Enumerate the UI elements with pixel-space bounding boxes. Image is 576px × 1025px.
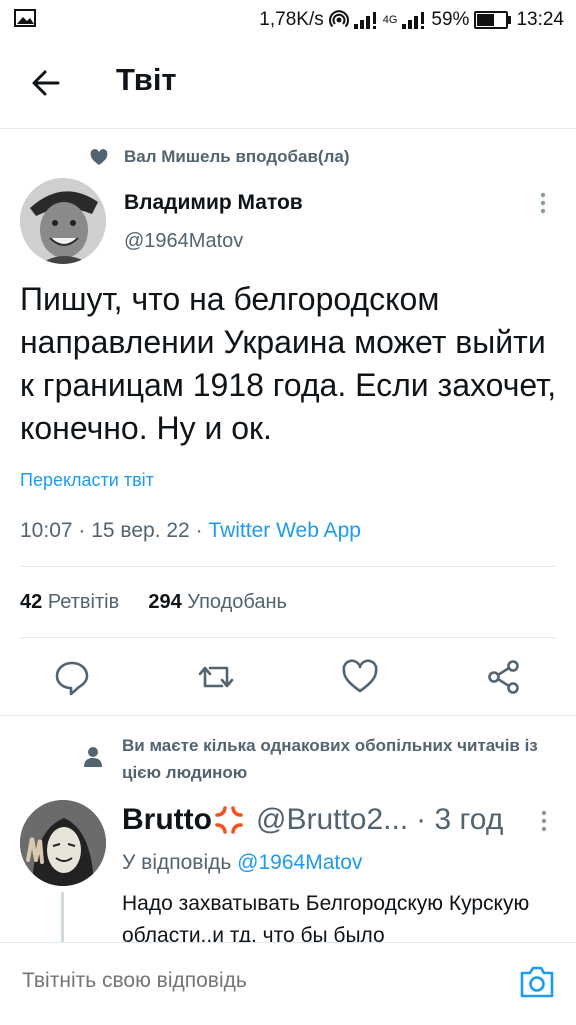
reply-header: Brutto @Brutto2... · 3 год [122, 803, 503, 837]
status-right: 1,78K/s 4G 59% 13:24 [259, 7, 564, 33]
like-icon[interactable] [340, 657, 380, 697]
divider [0, 715, 576, 716]
heart-filled-icon [90, 148, 108, 165]
image-icon [14, 9, 36, 27]
tweet-time: 10:07 [20, 519, 73, 542]
reply-time: · 3 год [416, 803, 504, 836]
author-avatar[interactable] [20, 178, 106, 264]
retweets-count: 42 [20, 591, 43, 613]
social-context: Вал Мишель вподобав(ла) [90, 146, 350, 168]
translate-tweet-link[interactable]: Перекласти твіт [20, 470, 154, 491]
replying-to-handle[interactable]: @1964Matov [237, 851, 362, 874]
author-name[interactable]: Владимир Матов [124, 191, 303, 215]
tweet-date: 15 вер. 22 [91, 519, 190, 542]
battery-icon [474, 11, 512, 29]
divider [20, 566, 556, 567]
likes-label: Уподобань [187, 591, 287, 613]
signal-icon [353, 12, 376, 29]
reply-author-handle[interactable]: @Brutto2... [256, 803, 408, 837]
app-header: Твіт [0, 40, 576, 129]
page-title: Твіт [116, 62, 177, 97]
reply-author-name[interactable]: Brutto [122, 803, 212, 837]
compose-bar [0, 942, 576, 1025]
signal-icon-2 [402, 12, 425, 29]
tweet-meta: 10:07 · 15 вер. 22 · Twitter Web App [20, 519, 361, 542]
author-handle[interactable]: @1964Matov [124, 230, 243, 253]
clock: 13:24 [516, 9, 564, 30]
retweets-label: Ретвітів [47, 591, 120, 613]
likes-stat[interactable]: 294 Уподобань [148, 591, 287, 613]
replying-to-label: У відповідь [122, 851, 232, 874]
reply-compose-input[interactable] [22, 969, 492, 993]
network-type: 4G [382, 14, 398, 26]
tweet-text: Пишут, что на белгородском направлении У… [20, 281, 557, 446]
reply-more-options-icon[interactable] [534, 808, 554, 834]
network-speed: 1,78K/s [259, 9, 324, 30]
camera-icon[interactable] [518, 963, 556, 1001]
more-options-icon[interactable] [532, 190, 554, 216]
reply-social-context-text: Ви маєте кілька однакових обопільних чит… [122, 736, 538, 782]
reply-icon[interactable] [52, 657, 92, 697]
tweet-source-link[interactable]: Twitter Web App [208, 519, 361, 542]
hotspot-icon [328, 10, 349, 28]
tweet-stats: 42 Ретвітів 294 Уподобань [20, 591, 287, 614]
social-context-text[interactable]: Вал Мишель вподобав(ла) [124, 147, 350, 167]
replying-to: У відповідь @1964Matov [122, 851, 362, 875]
anger-emoji-icon [215, 806, 243, 834]
divider [20, 637, 556, 638]
battery-percent: 59% [431, 9, 470, 30]
likes-count: 294 [148, 591, 182, 613]
status-bar: 1,78K/s 4G 59% 13:24 [0, 0, 576, 40]
retweet-icon[interactable] [196, 657, 236, 697]
back-arrow-icon[interactable] [28, 65, 64, 101]
person-icon [84, 747, 102, 767]
share-icon[interactable] [484, 657, 524, 697]
retweets-stat[interactable]: 42 Ретвітів [20, 591, 119, 613]
reply-author-avatar[interactable] [20, 800, 106, 886]
